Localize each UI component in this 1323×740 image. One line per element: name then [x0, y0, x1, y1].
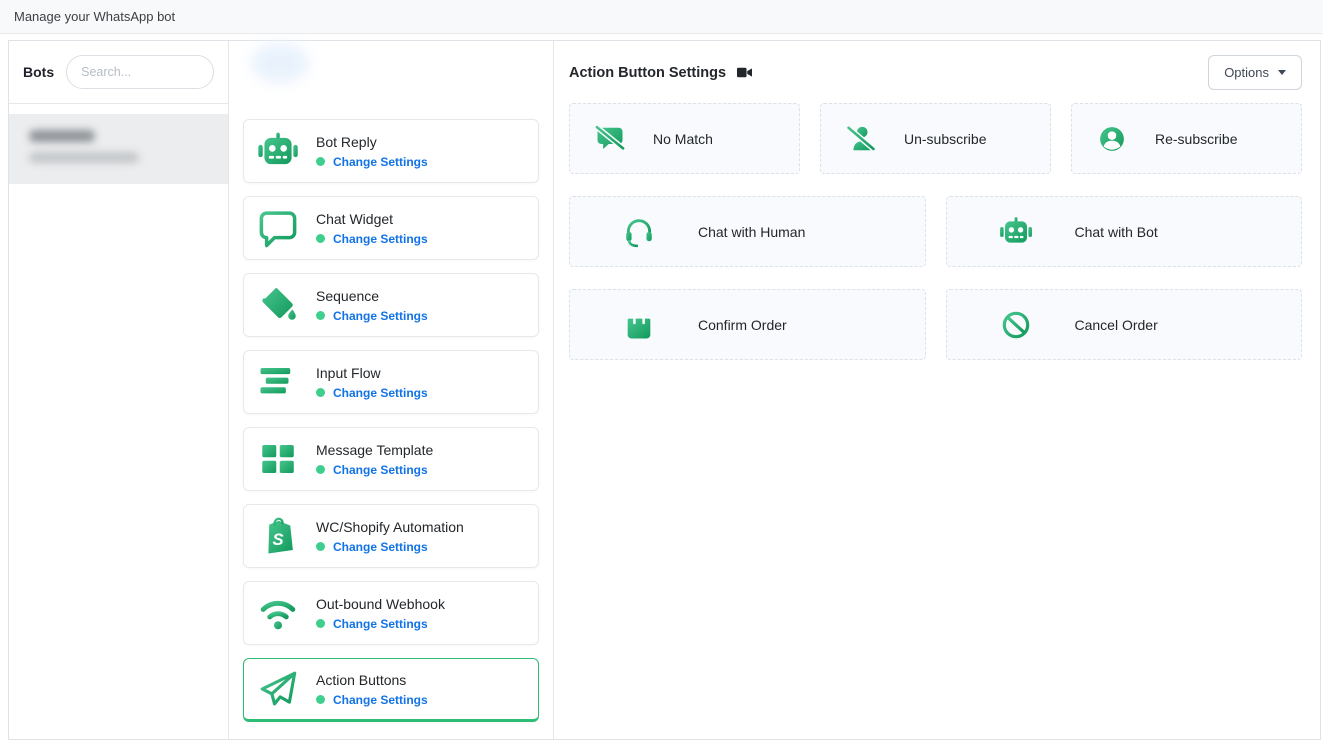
shopping-bag-icon — [622, 308, 656, 342]
bot-phone-redacted — [29, 152, 139, 163]
action-button-settings-panel: Action Button Settings Options No Match … — [554, 41, 1320, 739]
action-card-unsubscribe[interactable]: Un-subscribe — [820, 103, 1051, 174]
options-label: Options — [1224, 65, 1269, 80]
module-title: Out-bound Webhook — [316, 596, 445, 612]
sidebar-header: Bots — [9, 41, 228, 104]
change-settings-link[interactable]: Change Settings — [333, 540, 428, 554]
search-input[interactable] — [66, 55, 214, 89]
comment-slash-icon — [595, 124, 625, 154]
status-dot — [316, 157, 325, 166]
fill-drip-icon — [257, 284, 299, 326]
action-row-3: Confirm Order Cancel Order — [569, 289, 1302, 360]
paper-plane-icon — [257, 668, 299, 710]
status-dot — [316, 234, 325, 243]
action-card-resubscribe[interactable]: Re-subscribe — [1071, 103, 1302, 174]
shopify-icon: S — [257, 515, 299, 557]
action-row-1: No Match Un-subscribe Re-subscribe — [569, 103, 1302, 174]
action-card-no-match[interactable]: No Match — [569, 103, 800, 174]
action-card-cancel-order[interactable]: Cancel Order — [946, 289, 1303, 360]
action-label: Cancel Order — [1075, 317, 1158, 333]
change-settings-link[interactable]: Change Settings — [333, 386, 428, 400]
module-card-sequence[interactable]: Sequence Change Settings — [243, 273, 539, 337]
change-settings-link[interactable]: Change Settings — [333, 617, 428, 631]
status-dot — [316, 619, 325, 628]
chevron-down-icon — [1278, 70, 1286, 75]
module-title: Input Flow — [316, 365, 428, 381]
bot-name-redacted — [29, 130, 95, 142]
grid-icon — [257, 438, 299, 480]
module-title: Sequence — [316, 288, 428, 304]
module-card-list: Bot Reply Change Settings Chat Widget Ch… — [229, 41, 553, 722]
bots-heading: Bots — [23, 64, 54, 80]
action-label: Confirm Order — [698, 317, 787, 333]
headset-icon — [622, 215, 656, 249]
action-label: Un-subscribe — [904, 131, 986, 147]
main-panel: Bots Bot Reply Change Settings — [8, 40, 1321, 740]
status-dot — [316, 465, 325, 474]
change-settings-link[interactable]: Change Settings — [333, 232, 428, 246]
module-card-wc-shopify[interactable]: S WC/Shopify Automation Change Settings — [243, 504, 539, 568]
action-label: Chat with Human — [698, 224, 805, 240]
panel-title: Action Button Settings — [569, 65, 726, 81]
user-circle-icon — [1097, 124, 1127, 154]
module-card-chat-widget[interactable]: Chat Widget Change Settings — [243, 196, 539, 260]
module-title: Message Template — [316, 442, 433, 458]
bars-icon — [257, 361, 299, 403]
module-title: Action Buttons — [316, 672, 428, 688]
module-card-input-flow[interactable]: Input Flow Change Settings — [243, 350, 539, 414]
options-button[interactable]: Options — [1208, 55, 1302, 90]
status-dot — [316, 388, 325, 397]
top-bar: Manage your WhatsApp bot — [0, 0, 1323, 34]
module-title: Chat Widget — [316, 211, 428, 227]
page-title: Manage your WhatsApp bot — [14, 9, 175, 24]
action-label: Re-subscribe — [1155, 131, 1237, 147]
action-card-chat-with-bot[interactable]: Chat with Bot — [946, 196, 1303, 267]
change-settings-link[interactable]: Change Settings — [333, 155, 428, 169]
action-label: Chat with Bot — [1075, 224, 1158, 240]
action-row-2: Chat with Human Chat with Bot — [569, 196, 1302, 267]
robot-icon — [257, 130, 299, 172]
module-card-action-buttons[interactable]: Action Buttons Change Settings — [243, 658, 539, 722]
bots-sidebar: Bots — [9, 41, 229, 739]
action-card-confirm-order[interactable]: Confirm Order — [569, 289, 926, 360]
module-title: WC/Shopify Automation — [316, 519, 464, 535]
status-dot — [316, 311, 325, 320]
video-tutorial-icon[interactable] — [736, 65, 753, 80]
chat-bubble-icon — [257, 207, 299, 249]
change-settings-link[interactable]: Change Settings — [333, 309, 428, 323]
module-card-message-template[interactable]: Message Template Change Settings — [243, 427, 539, 491]
change-settings-link[interactable]: Change Settings — [333, 693, 428, 707]
bot-list-item-selected[interactable] — [9, 114, 228, 184]
module-card-bot-reply[interactable]: Bot Reply Change Settings — [243, 119, 539, 183]
svg-text:S: S — [272, 530, 283, 549]
bot-modules-column: Bot Reply Change Settings Chat Widget Ch… — [229, 41, 554, 739]
robot-icon — [999, 215, 1033, 249]
action-label: No Match — [653, 131, 713, 147]
user-slash-icon — [846, 124, 876, 154]
panel-header: Action Button Settings Options — [569, 55, 1302, 90]
wifi-icon — [257, 592, 299, 634]
ban-icon — [999, 308, 1033, 342]
action-card-chat-with-human[interactable]: Chat with Human — [569, 196, 926, 267]
change-settings-link[interactable]: Change Settings — [333, 463, 428, 477]
status-dot — [316, 695, 325, 704]
status-dot — [316, 542, 325, 551]
module-card-outbound-webhook[interactable]: Out-bound Webhook Change Settings — [243, 581, 539, 645]
module-title: Bot Reply — [316, 134, 428, 150]
